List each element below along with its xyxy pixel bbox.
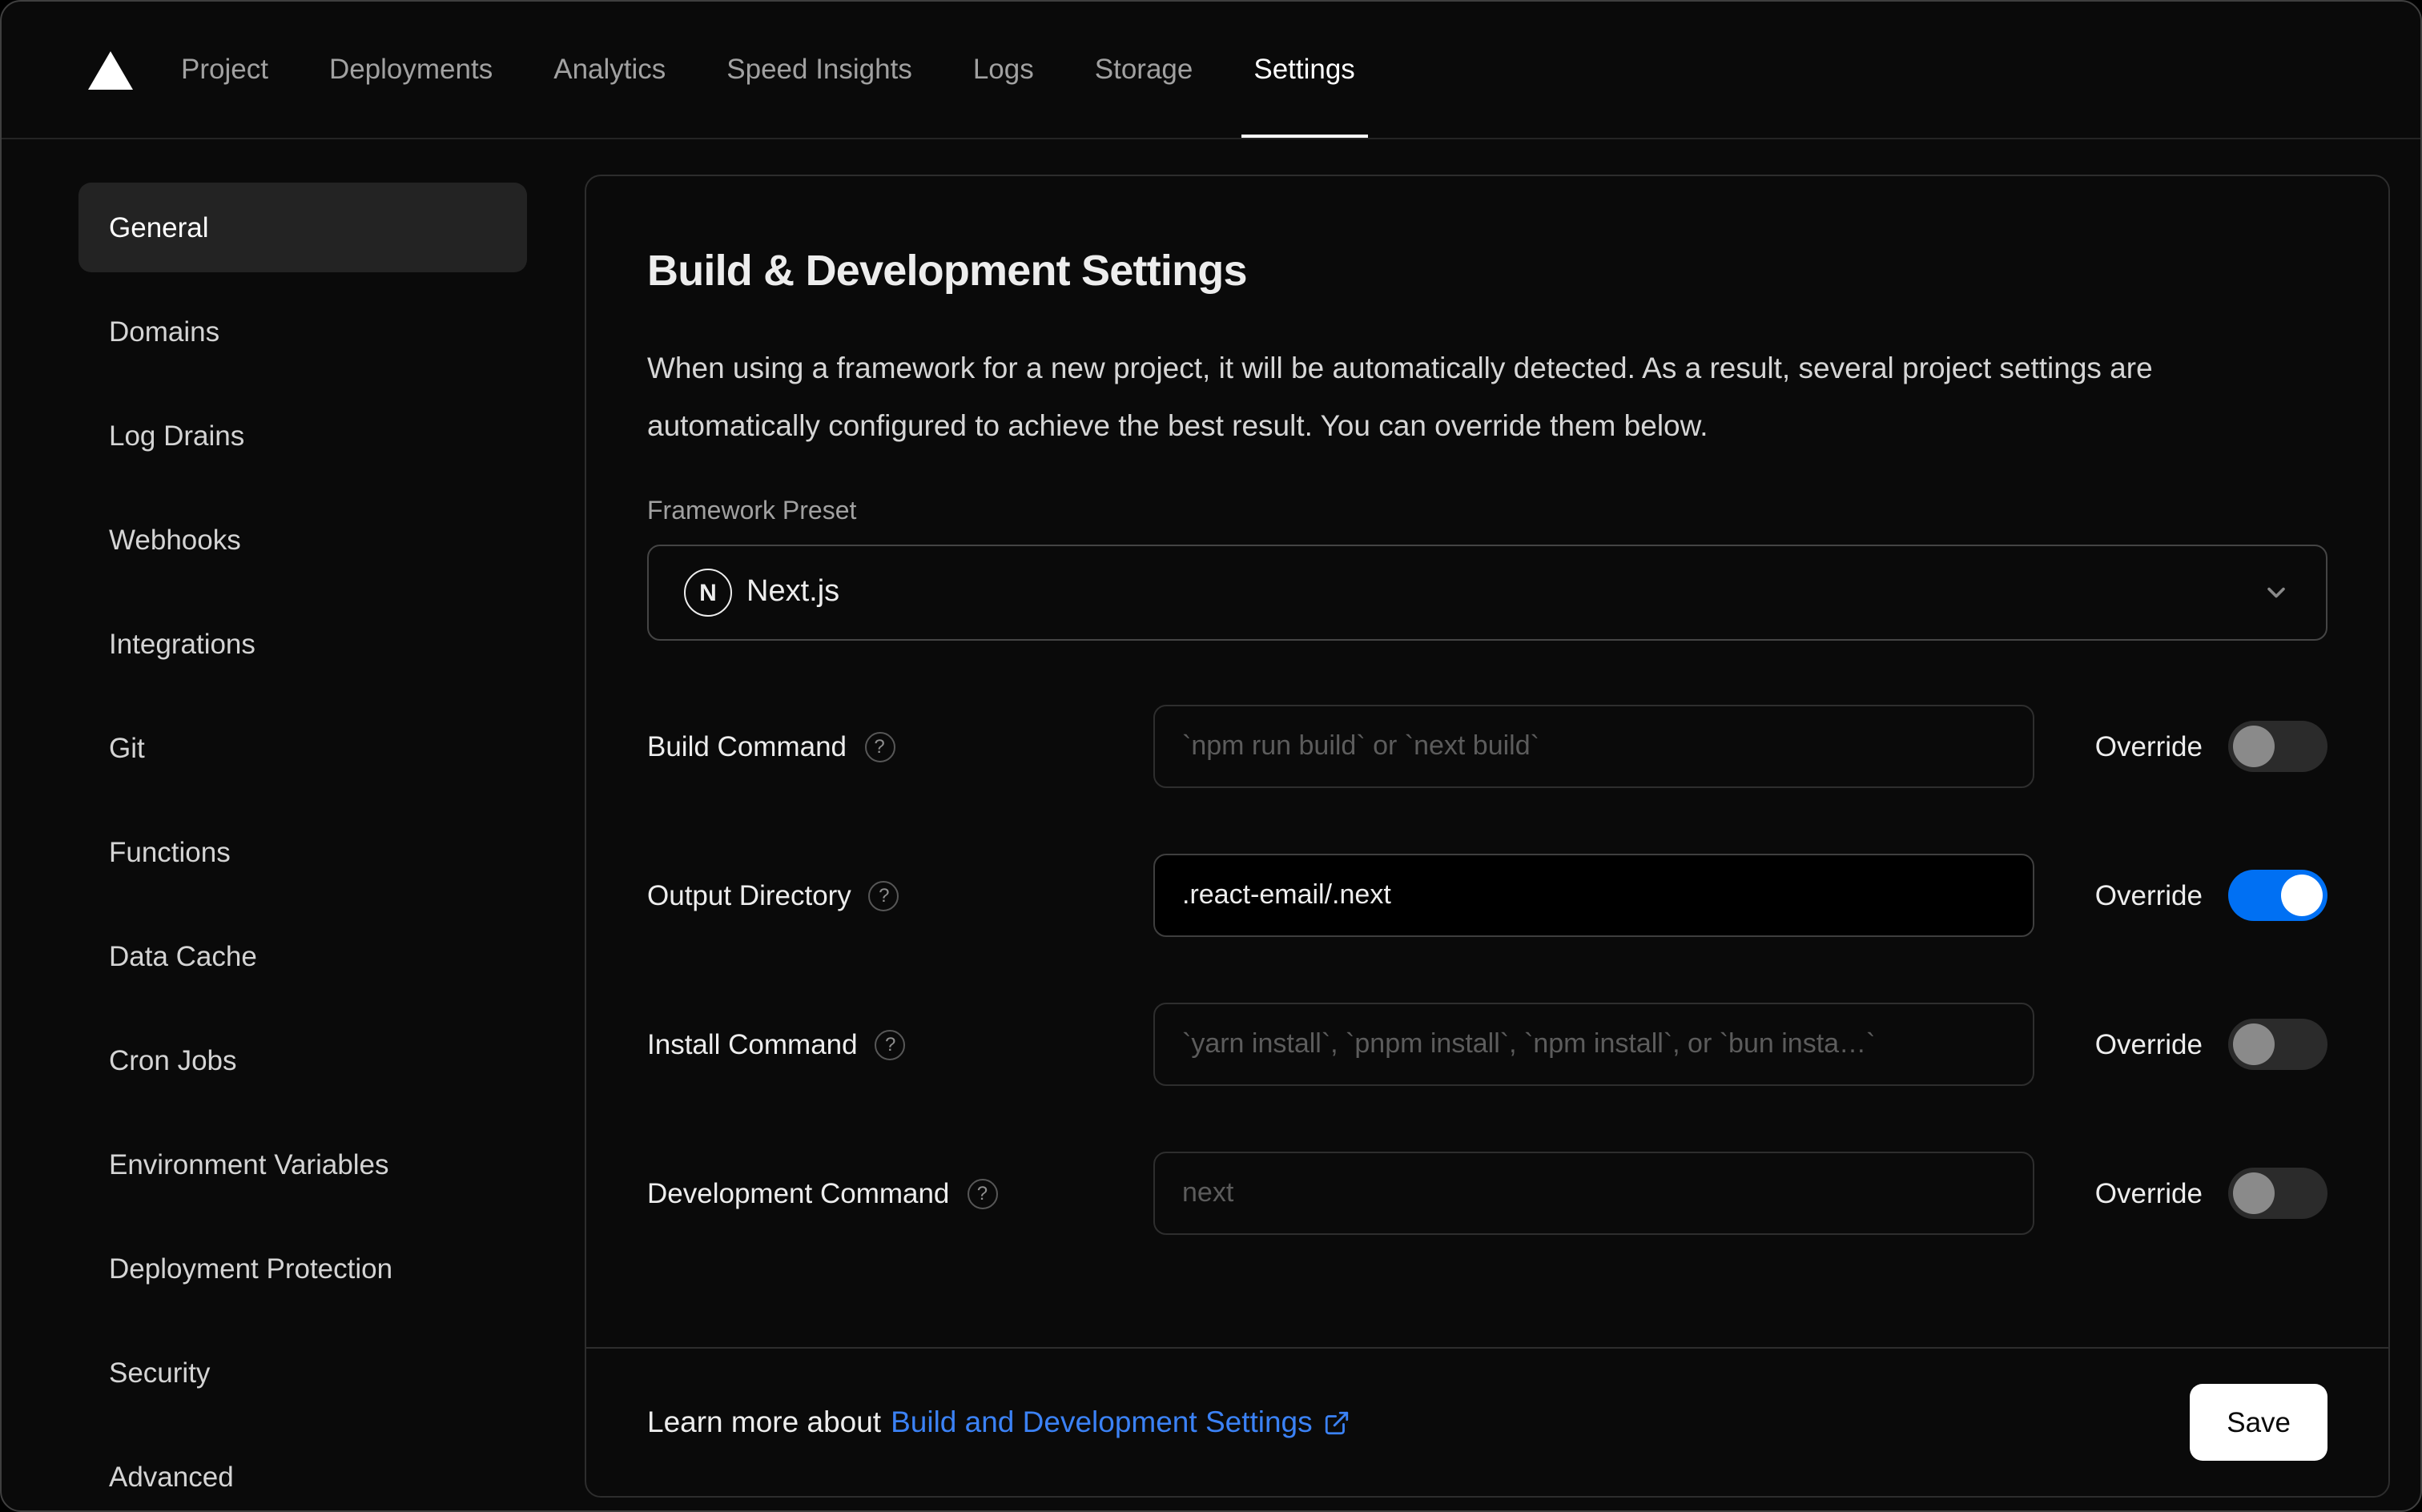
sidebar-item-data-cache[interactable]: Data Cache [78,911,527,1001]
override-label: Override [2094,879,2203,911]
field-label-text: Install Command [647,1027,858,1060]
sidebar-item-webhooks[interactable]: Webhooks [78,495,527,585]
help-icon[interactable] [875,1029,906,1060]
external-link-icon [1324,1409,1351,1436]
output-directory-input[interactable] [1153,854,2034,937]
override-label: Override [2094,1176,2203,1208]
help-icon[interactable] [967,1178,998,1208]
build-settings-card: Build & Development Settings When using … [585,175,2390,1498]
app-window: Project Deployments Analytics Speed Insi… [0,0,2422,1512]
nav-tab-logs[interactable]: Logs [973,2,1034,138]
sidebar-item-git[interactable]: Git [78,703,527,793]
nextjs-logo-icon [684,569,732,617]
toggle-knob [2233,1023,2275,1065]
card-footer: Learn more about Build and Development S… [586,1347,2388,1496]
sidebar-item-environment-variables[interactable]: Environment Variables [78,1120,527,1209]
sidebar-item-advanced[interactable]: Advanced [78,1432,527,1510]
install-command-label: Install Command [647,1027,1153,1061]
override-label: Override [2094,730,2203,762]
toggle-knob [2233,726,2275,767]
vercel-logo-icon[interactable] [88,50,133,89]
framework-preset-select[interactable]: Next.js [647,545,2327,641]
sidebar-item-security[interactable]: Security [78,1328,527,1418]
save-button[interactable]: Save [2190,1384,2327,1461]
chevron-down-icon [2262,578,2291,607]
install-command-override-toggle[interactable] [2228,1019,2327,1070]
nav-tab-storage[interactable]: Storage [1095,2,1193,138]
nav-tabs: Project Deployments Analytics Speed Insi… [181,2,1369,138]
nav-tab-settings[interactable]: Settings [1241,2,1369,138]
sidebar-item-functions[interactable]: Functions [78,807,527,897]
top-nav: Project Deployments Analytics Speed Insi… [2,2,2420,139]
nav-tab-deployments[interactable]: Deployments [329,2,493,138]
toggle-knob [2233,1172,2275,1214]
framework-preset-label: Framework Preset [647,498,857,525]
build-command-row: Build Command Override [647,705,2327,788]
build-settings-body: Build & Development Settings When using … [586,176,2388,1347]
sidebar-item-deployment-protection[interactable]: Deployment Protection [78,1224,527,1313]
sidebar-item-cron-jobs[interactable]: Cron Jobs [78,1015,527,1105]
panel-description: When using a framework for a new project… [647,351,2153,442]
settings-sidebar: General Domains Log Drains Webhooks Inte… [78,175,527,1498]
field-label-text: Output Directory [647,879,851,911]
nav-tab-analytics[interactable]: Analytics [553,2,666,138]
build-command-override-toggle[interactable] [2228,721,2327,772]
nav-tab-project[interactable]: Project [181,2,268,138]
nav-tab-speed-insights[interactable]: Speed Insights [726,2,912,138]
link-label: Build and Development Settings [891,1405,1313,1438]
help-icon[interactable] [868,880,899,911]
output-directory-row: Output Directory Override [647,854,2327,937]
help-icon[interactable] [864,731,895,762]
sidebar-item-domains[interactable]: Domains [78,287,527,376]
development-command-input[interactable] [1153,1152,2034,1235]
install-command-row: Install Command Override [647,1003,2327,1086]
panel-title: Build & Development Settings [647,247,1247,295]
build-command-label: Build Command [647,730,1153,763]
development-command-override-toggle[interactable] [2228,1168,2327,1219]
build-command-input[interactable] [1153,705,2034,788]
framework-preset-value: Next.js [746,575,840,609]
sidebar-item-integrations[interactable]: Integrations [78,599,527,689]
build-dev-settings-link[interactable]: Build and Development Settings [891,1405,1351,1440]
install-command-input[interactable] [1153,1003,2034,1086]
development-command-row: Development Command Override [647,1152,2327,1235]
learn-more-prefix: Learn more about [647,1405,882,1438]
learn-more-text: Learn more about Build and Development S… [647,1405,1351,1440]
sidebar-item-general[interactable]: General [78,183,527,272]
field-label-text: Development Command [647,1176,950,1208]
development-command-label: Development Command [647,1176,1153,1210]
settings-content: General Domains Log Drains Webhooks Inte… [2,139,2420,1510]
toggle-knob [2281,875,2323,916]
output-directory-label: Output Directory [647,879,1153,912]
sidebar-item-log-drains[interactable]: Log Drains [78,391,527,481]
field-label-text: Build Command [647,730,847,762]
output-directory-override-toggle[interactable] [2228,870,2327,921]
override-label: Override [2094,1027,2203,1060]
